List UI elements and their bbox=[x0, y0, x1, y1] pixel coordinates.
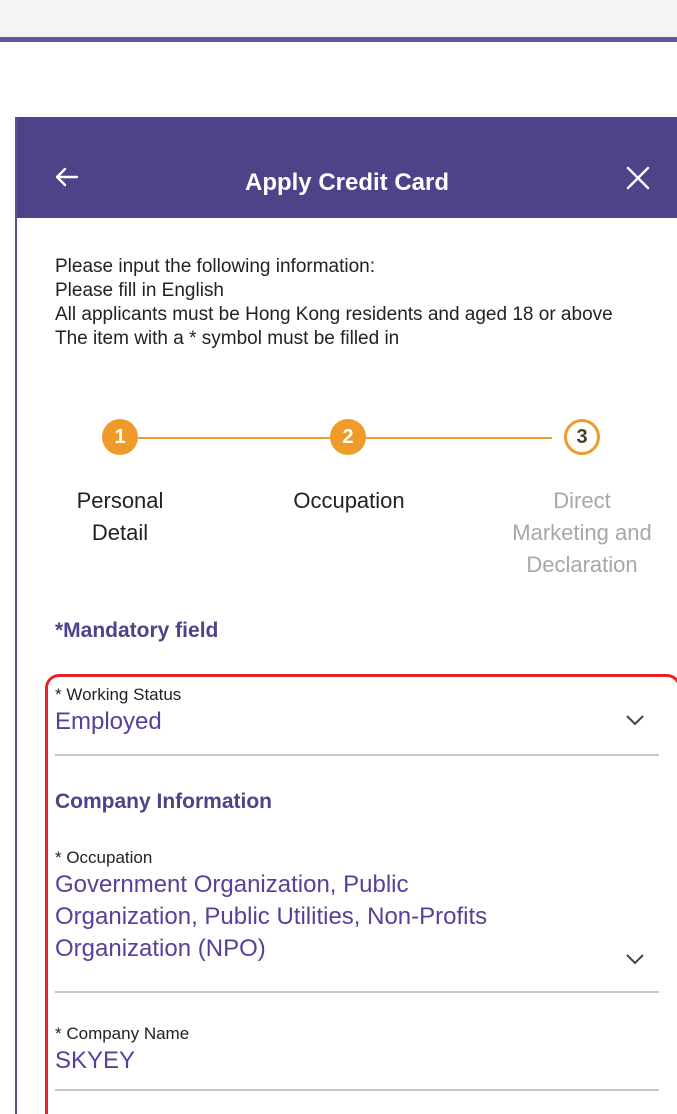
section-heading: Company Information bbox=[55, 790, 273, 813]
step-number: 1 bbox=[114, 426, 126, 448]
chevron-down-icon bbox=[626, 715, 644, 726]
company-name-input[interactable]: * Company Name SKYEY bbox=[55, 1023, 659, 1091]
field-value-line: Organization, Public Utilities, Non-Prof… bbox=[55, 903, 488, 930]
step-3-indicator: 3 bbox=[564, 419, 600, 455]
field-label: * Working Status bbox=[55, 685, 182, 704]
step-label-line: Occupation bbox=[293, 488, 405, 513]
step-label-line: Direct bbox=[553, 488, 611, 513]
step-number: 2 bbox=[342, 426, 354, 448]
step-2-indicator: 2 bbox=[330, 419, 366, 455]
occupation-select[interactable]: * Occupation Government Organization, Pu… bbox=[55, 847, 659, 993]
app-screen: Apply Credit Card Please input the follo… bbox=[15, 117, 677, 1114]
top-background bbox=[0, 0, 677, 38]
step-label-line: Detail bbox=[91, 520, 149, 545]
instruction-line: Please fill in English bbox=[55, 280, 224, 301]
instructions: Please input the following information: … bbox=[55, 255, 655, 351]
field-value-line: Organization (NPO) bbox=[55, 935, 266, 962]
top-divider bbox=[0, 37, 677, 42]
instruction-line: Please input the following information: bbox=[55, 256, 376, 277]
field-value-line: Government Organization, Public bbox=[55, 871, 409, 898]
chevron-down-icon bbox=[626, 954, 644, 965]
field-label: * Company Name bbox=[55, 1024, 190, 1043]
instruction-line: The item with a * symbol must be filled … bbox=[55, 328, 400, 349]
working-status-select[interactable]: * Working Status Employed bbox=[55, 684, 659, 756]
app-header: Apply Credit Card bbox=[17, 117, 677, 218]
instruction-line: All applicants must be Hong Kong residen… bbox=[55, 304, 613, 325]
field-value: SKYEY bbox=[55, 1047, 136, 1074]
field-label: * Occupation bbox=[55, 848, 153, 867]
field-value: Employed bbox=[55, 708, 162, 735]
step-label-line: Personal bbox=[76, 488, 164, 513]
step-2-label: Occupation bbox=[269, 485, 429, 517]
close-icon[interactable] bbox=[625, 165, 651, 191]
page-title: Apply Credit Card bbox=[244, 169, 450, 196]
step-1-label: Personal Detail bbox=[45, 485, 195, 549]
step-number: 3 bbox=[576, 426, 588, 448]
step-1-indicator: 1 bbox=[102, 419, 138, 455]
step-3-label: Direct Marketing and Declaration bbox=[487, 485, 677, 581]
mandatory-note: *Mandatory field bbox=[55, 619, 219, 642]
step-label-line: Marketing and bbox=[512, 520, 652, 545]
step-label-line: Declaration bbox=[526, 552, 638, 577]
